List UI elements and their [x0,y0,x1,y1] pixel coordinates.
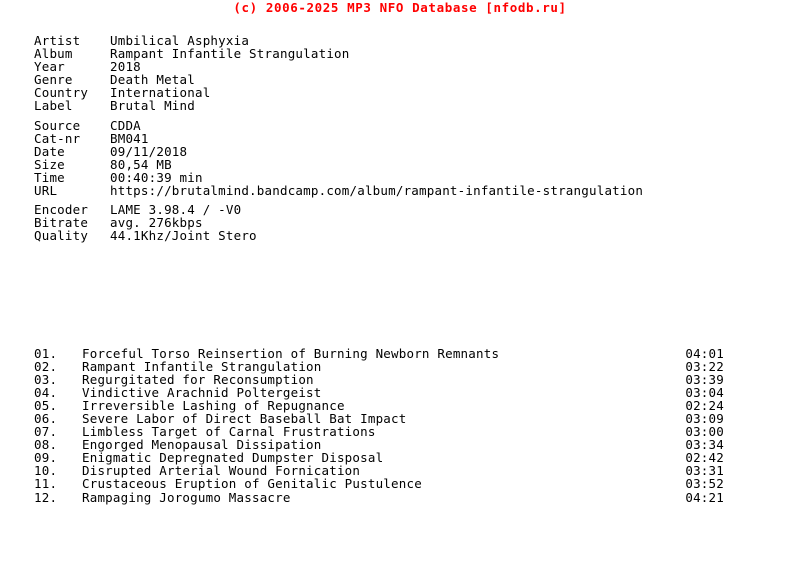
release-info-value: Brutal Mind [110,98,195,114]
nfo-database-header: (c) 2006-2025 MP3 NFO Database [nfodb.ru… [233,0,567,15]
audio-info-label: Quality [34,228,89,244]
source-info-value: https://brutalmind.bandcamp.com/album/ra… [110,183,644,199]
audio-info-block: Encoder LAME 3.98.4 / -V0 Bitrate avg. 276k… [34,203,257,242]
track-number: 11. [34,476,58,492]
track-duration: 04:21 [685,489,724,505]
track-title: Crustaceous Eruption of Genitalic Pustul… [82,476,422,492]
source-info-block: Source CDDA Cat-nr BM041 Date 09/11/2018 Size 8… [34,119,643,197]
release-info-row: Label Brutal Mind [34,99,350,112]
release-info-value: Rampant Infantile Strangulation [110,46,350,62]
release-info-row: Album Rampant Infantile Strangulation [34,47,350,60]
audio-info-value: 44.1Khz/Joint Stero [110,228,257,244]
release-info-block: Artist Umbilical Asphyxia Album Rampant Inf… [34,34,350,112]
track-number: 12. [34,489,58,505]
track-title: Rampaging Jorogumo Massacre [82,489,291,505]
source-info-row: URL https://brutalmind.bandcamp.com/album… [34,184,643,197]
release-info-label: Label [34,98,73,114]
nfo-document: (c) 2006-2025 MP3 NFO Database [nfodb.ru… [0,0,800,564]
track-duration: 03:52 [685,476,724,492]
audio-info-row: Quality 44.1Khz/Joint Stero [34,229,257,242]
track-row: 12. Rampaging Jorogumo Massacre 04:21 [34,489,724,505]
track-row: 11. Crustaceous Eruption of Genitalic Pus… [34,477,724,490]
source-info-label: URL [34,183,58,199]
tracklist: 01. Forceful Torso Reinsertion of Burning… [34,347,724,504]
